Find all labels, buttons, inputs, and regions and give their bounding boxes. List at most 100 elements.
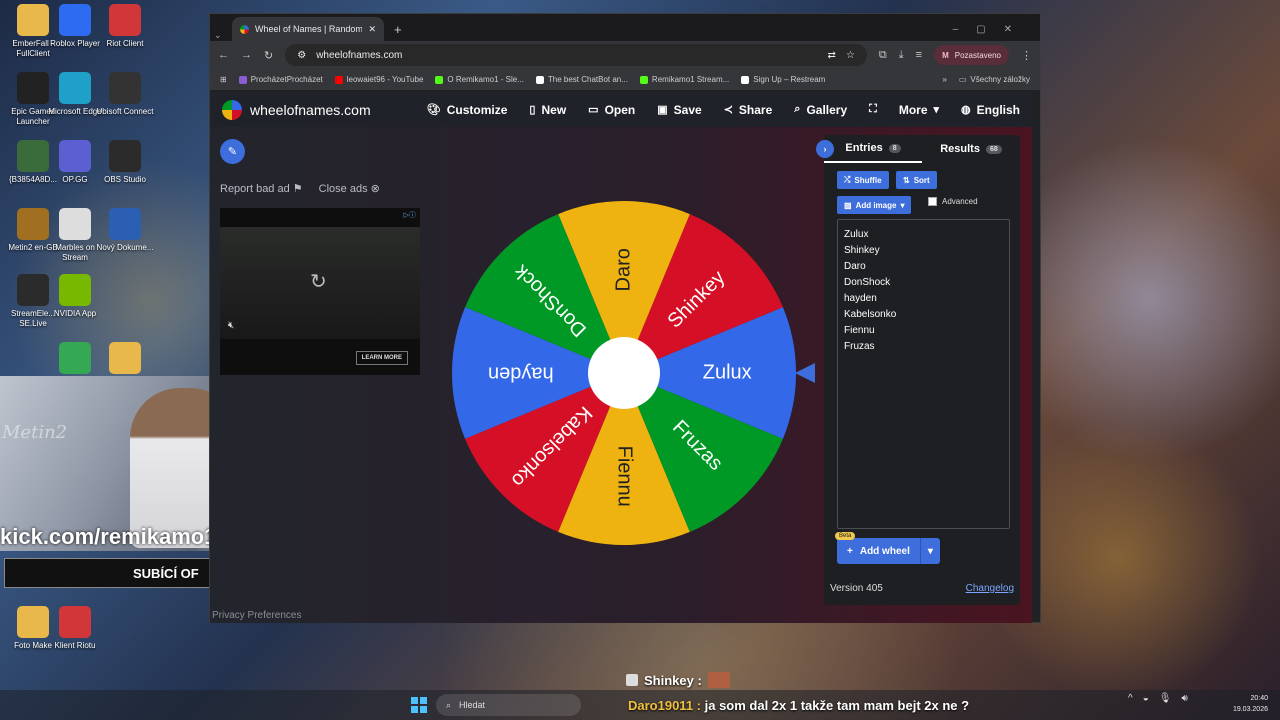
taskbar-clock[interactable]: 20:40 19.03.2026 — [1233, 693, 1268, 715]
wheel-slice-label: Fiennu — [614, 446, 636, 507]
start-button[interactable] — [411, 697, 427, 713]
nav-open[interactable]: ▭ Open — [588, 103, 635, 117]
close-ads-link[interactable]: Close ads ⊗ — [319, 182, 380, 195]
tray-chevron-icon[interactable]: ^ — [1128, 693, 1133, 704]
microphone-icon[interactable]: 🎙︎ — [1159, 693, 1172, 704]
extensions-icon[interactable]: ⧉ — [879, 49, 887, 62]
desktop-icon-label: OBS Studio — [104, 175, 146, 184]
learn-more-button[interactable]: LEARN MORE — [355, 351, 408, 365]
beta-badge: Beta — [835, 532, 856, 540]
bookmark-item[interactable]: leowaiet96 - YouTube — [334, 75, 423, 84]
streamelements-icon — [17, 274, 49, 306]
tab-entries[interactable]: Entries 8 — [824, 135, 922, 163]
tab-strip: ⌄ Wheel of Names | Random nam ✕ + –▢✕ — [210, 14, 1040, 41]
nav-share[interactable]: ≺ Share — [724, 103, 773, 117]
add-image-button[interactable]: ▨ Add image ▾ — [837, 196, 912, 214]
add-wheel-button[interactable]: + Add wheel ▾ — [837, 538, 940, 564]
media-icon[interactable]: ≡ — [916, 49, 922, 61]
shuffle-button[interactable]: ⤮ Shuffle — [837, 171, 889, 189]
desktop-icon[interactable]: Ubisoft Connect — [96, 72, 154, 117]
entry-line: hayden — [844, 293, 877, 304]
close-ads-label: Close ads — [318, 183, 368, 195]
bookmark-item[interactable]: O Remikamo1 - Sle... — [435, 75, 524, 84]
adchoices-icon[interactable]: ▷ⓘ — [404, 210, 416, 220]
browser-tab[interactable]: Wheel of Names | Random nam ✕ — [232, 17, 384, 41]
download-icon[interactable]: ⤓ — [899, 49, 904, 62]
privacy-preferences-link[interactable]: Privacy Preferences — [212, 610, 301, 621]
site-info-icon[interactable]: ⚙ — [297, 50, 306, 61]
bookmark-star-icon[interactable]: ☆ — [846, 50, 855, 61]
marbles-icon — [59, 208, 91, 240]
tab-results-label: Results — [940, 143, 980, 155]
profile-chip[interactable]: M Pozastaveno — [934, 45, 1009, 65]
nav-language[interactable]: ◍ English — [961, 103, 1020, 117]
chrome-icon — [59, 342, 91, 374]
obs-icon — [109, 140, 141, 172]
desktop-icon[interactable]: Riot Client — [96, 4, 154, 49]
bookmark-item[interactable]: The best ChatBot an... — [535, 75, 628, 84]
wheel-center[interactable] — [588, 337, 660, 409]
advanced-checkbox[interactable] — [928, 197, 937, 206]
add-wheel-main[interactable]: + Add wheel — [837, 538, 921, 564]
metin2-icon — [17, 208, 49, 240]
edit-button[interactable]: ✎ — [220, 139, 245, 164]
ad-video[interactable]: ↻ 🔇︎ — [220, 227, 420, 339]
add-wheel-dropdown[interactable]: ▾ — [921, 546, 940, 557]
tab-close-icon[interactable]: ✕ — [368, 24, 376, 35]
entries-textarea[interactable]: Zulux Shinkey Daro DonShock hayden Kabelsonko… — [837, 219, 1010, 529]
menu-icon[interactable]: ⋮ — [1021, 49, 1032, 62]
desktop-icon[interactable]: Nový Dokume... — [96, 208, 154, 253]
desktop-icon[interactable]: OBS Studio — [96, 140, 154, 185]
bookmark-item[interactable]: Remikamo1 Stream... — [639, 75, 729, 84]
emote-icon — [707, 672, 730, 688]
reload-icon[interactable]: ↻ — [264, 49, 273, 62]
replay-icon[interactable]: ↻ — [310, 269, 327, 294]
sort-button[interactable]: ⇅ Sort — [896, 171, 937, 189]
advanced-toggle[interactable]: Advanced — [928, 197, 978, 206]
globe-icon: ◍ — [961, 104, 971, 116]
window-controls[interactable]: –▢✕ — [943, 24, 1040, 41]
volume-icon[interactable]: 🔊︎ — [1181, 693, 1187, 704]
translate-icon[interactable]: ⇄ — [828, 50, 836, 61]
forward-icon[interactable]: → — [241, 49, 252, 61]
fullscreen-button[interactable]: ⛶ — [869, 103, 877, 116]
collapse-panel-button[interactable]: › — [816, 140, 834, 158]
nav-more[interactable]: More ▾ — [899, 103, 939, 117]
tab-search-icon[interactable]: ⌄ — [214, 30, 232, 41]
clock-date: 19.03.2026 — [1232, 706, 1268, 713]
back-icon[interactable]: ← — [218, 49, 229, 61]
report-ad-label: Report bad ad — [220, 183, 290, 195]
desktop-icon[interactable]: NVIDIA App — [46, 274, 104, 319]
all-bookmarks-button[interactable]: ▭ Všechny záložky — [959, 75, 1030, 84]
apps-icon[interactable]: ⊞ — [220, 75, 227, 84]
report-ad-link[interactable]: Report bad ad ⚑ — [220, 182, 303, 195]
chat-message: Daro19011 : ja som dal 2x 1 takže tam ma… — [628, 698, 969, 713]
bookmark-item[interactable]: ProcházetProcházet — [238, 75, 323, 84]
new-tab-icon[interactable]: + — [394, 22, 402, 37]
nav-gallery[interactable]: ⌕ Gallery — [794, 103, 847, 117]
desktop-icon-label: Nový Dokume... — [96, 243, 154, 252]
nav-save[interactable]: ▣ Save — [657, 103, 701, 117]
changelog-link[interactable]: Changelog — [966, 583, 1014, 594]
mute-icon[interactable]: 🔇︎ — [228, 320, 234, 331]
nav-customize[interactable]: 🎨︎ Customize — [427, 103, 508, 117]
add-wheel-label: Add wheel — [859, 545, 910, 557]
desktop-icon-label: Ubisoft Connect — [96, 107, 154, 116]
desktop-icon[interactable]: Klient Riotu — [46, 606, 104, 651]
network-icon[interactable]: ◒ — [1143, 693, 1149, 704]
site-logo[interactable]: wheelofnames.com — [222, 99, 371, 120]
chevron-down-icon: ▾ — [933, 104, 940, 116]
tab-results[interactable]: Results 68 — [922, 135, 1020, 163]
nav-new[interactable]: ▯ New — [529, 103, 566, 117]
taskbar-search[interactable]: ⌕ Hledat — [436, 694, 581, 716]
riot-icon — [59, 606, 91, 638]
riot-icon — [109, 4, 141, 36]
folder-icon — [17, 4, 49, 36]
wheel-slice-label: Daro — [612, 248, 634, 291]
bookmark-item[interactable]: Sign Up – Restream — [741, 75, 825, 84]
video-ad[interactable]: ▷ⓘ ↻ 🔇︎ LEARN MORE — [220, 208, 420, 375]
bookmarks-overflow-icon[interactable]: » — [942, 75, 946, 84]
address-bar[interactable]: ⚙ wheelofnames.com ⇄ ☆ — [285, 44, 867, 66]
profile-avatar: M — [942, 50, 949, 60]
name-wheel[interactable]: ZuluxShinkeyDaroDonShockhaydenKabelsonko… — [449, 198, 799, 548]
